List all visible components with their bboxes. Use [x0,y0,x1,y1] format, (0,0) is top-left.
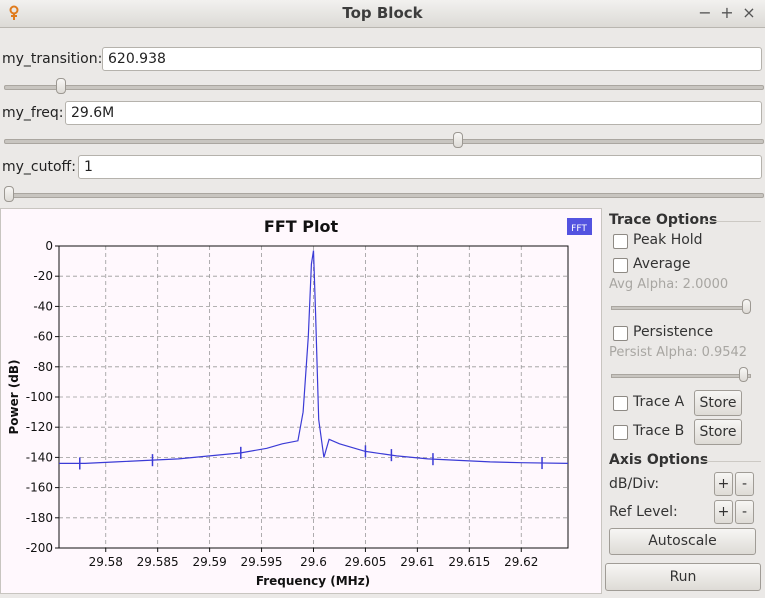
legend-label: FFT [571,224,587,234]
y-axis-label: Power (dB) [7,359,21,434]
ref-level-label: Ref Level: [609,504,678,520]
my-freq-input[interactable]: 29.6M [65,101,762,125]
window-title: Top Block [342,4,423,22]
y-tick-label: -140 [26,450,53,464]
average-checkbox[interactable] [613,258,628,273]
my-cutoff-slider-handle[interactable] [4,186,14,202]
my-freq-label: my_freq: [2,105,64,121]
maximize-button[interactable]: + [718,3,736,22]
x-tick-label: 29.59 [192,555,226,569]
options-panel: Trace Options Peak Hold Average Avg Alph… [603,208,765,598]
persist-alpha-slider-handle[interactable] [739,367,748,382]
average-label: Average [633,256,691,272]
x-tick-label: 29.62 [504,555,538,569]
x-tick-label: 29.6 [300,555,327,569]
x-axis-label: Frequency (MHz) [256,574,370,588]
x-tick-label: 29.61 [400,555,434,569]
trace-options-heading: Trace Options [609,212,718,228]
avg-alpha-slider-handle[interactable] [742,299,751,314]
y-tick-label: -60 [33,330,53,344]
y-tick-label: -160 [26,481,53,495]
trace-b-store-button[interactable]: Store [694,419,742,445]
ref-level-increase-button[interactable]: + [714,500,733,524]
trace-a-checkbox[interactable] [613,396,628,411]
persistence-checkbox[interactable] [613,326,628,341]
my-cutoff-label: my_cutoff: [2,159,76,175]
my-cutoff-input[interactable]: 1 [78,155,762,179]
x-tick-label: 29.585 [137,555,179,569]
trace-b-checkbox[interactable] [613,425,628,440]
x-tick-label: 29.615 [448,555,490,569]
ref-level-decrease-button[interactable]: - [735,500,754,524]
peak-hold-checkbox[interactable] [613,234,628,249]
run-button[interactable]: Run [605,563,761,591]
y-tick-label: 0 [45,239,53,253]
chart-title: FFT Plot [264,217,339,236]
my-transition-input[interactable]: 620.938 [102,47,762,71]
y-tick-label: -200 [26,541,53,555]
fft-plot-chart[interactable]: FFT Plot FFT 29.58 29.585 29.59 29.595 29.6 2… [1,209,601,593]
my-freq-slider-handle[interactable] [452,132,463,148]
x-tick-label: 29.595 [241,555,283,569]
my-transition-label: my_transition: [2,51,103,67]
persistence-label: Persistence [633,324,714,340]
x-tick-label: 29.58 [89,555,123,569]
my-cutoff-slider[interactable] [4,193,764,198]
my-transition-slider[interactable] [4,85,764,90]
peak-hold-label: Peak Hold [633,232,703,248]
db-div-label: dB/Div: [609,476,660,492]
avg-alpha-slider[interactable] [611,306,751,310]
y-tick-label: -120 [26,420,53,434]
window-titlebar: Top Block − + × [0,0,765,28]
trace-a-label: Trace A [633,394,685,410]
section-divider [703,221,761,222]
autoscale-button[interactable]: Autoscale [609,528,756,555]
fft-plot-panel[interactable]: FFT Plot FFT 29.58 29.585 29.59 29.595 29.6 2… [0,208,602,594]
db-div-decrease-button[interactable]: - [735,472,754,496]
trace-b-label: Trace B [633,423,685,439]
y-tick-label: -40 [33,299,53,313]
y-tick-label: -100 [26,390,53,404]
minimize-button[interactable]: − [696,3,714,22]
x-tick-label: 29.605 [344,555,386,569]
section-divider [703,461,761,462]
my-freq-slider[interactable] [4,139,764,144]
persist-alpha-slider[interactable] [611,374,751,378]
my-transition-slider-handle[interactable] [56,78,67,94]
y-tick-label: -80 [33,360,53,374]
close-button[interactable]: × [740,3,758,22]
axis-options-heading: Axis Options [609,452,709,468]
trace-a-store-button[interactable]: Store [694,390,742,416]
y-tick-label: -20 [33,269,53,283]
y-tick-label: -180 [26,511,53,525]
db-div-increase-button[interactable]: + [714,472,733,496]
persist-alpha-label: Persist Alpha: 0.9542 [609,345,748,360]
avg-alpha-label: Avg Alpha: 2.0000 [609,277,729,292]
